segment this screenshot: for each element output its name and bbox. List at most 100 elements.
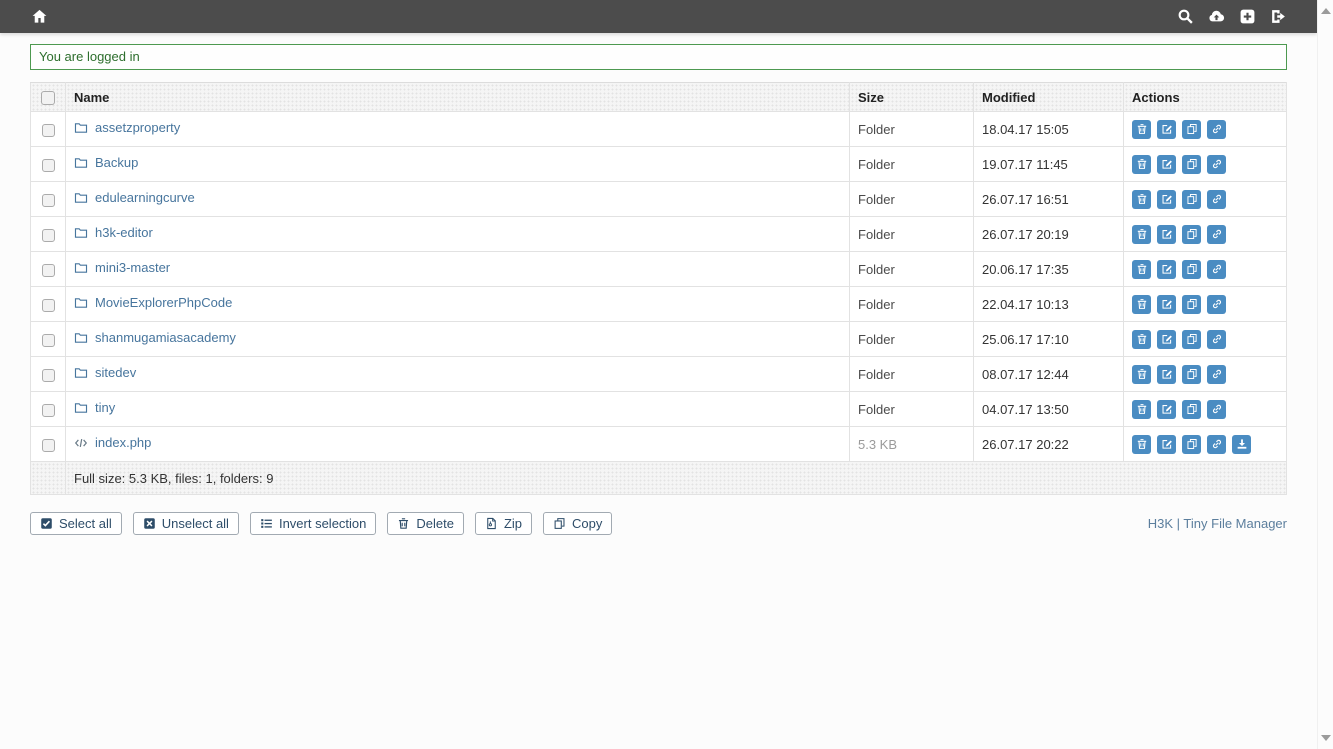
table-row: mini3-master Folder 20.06.17 17:35 <box>31 252 1287 287</box>
folder-link[interactable]: tiny <box>74 400 115 415</box>
unselect-all-button[interactable]: Unselect all <box>133 512 239 535</box>
rename-icon[interactable] <box>1157 155 1176 174</box>
scroll-up-arrow-icon[interactable] <box>1321 8 1331 14</box>
file-link[interactable]: index.php <box>74 435 151 450</box>
folder-link[interactable]: assetzproperty <box>74 120 180 135</box>
table-row: edulearningcurve Folder 26.07.17 16:51 <box>31 182 1287 217</box>
row-checkbox[interactable] <box>42 334 55 347</box>
delete-icon[interactable] <box>1132 155 1151 174</box>
file-size: Folder <box>850 182 974 217</box>
table-row: sitedev Folder 08.07.17 12:44 <box>31 357 1287 392</box>
file-modified: 26.07.17 20:22 <box>974 427 1124 462</box>
file-modified: 20.06.17 17:35 <box>974 252 1124 287</box>
link-icon[interactable] <box>1207 295 1226 314</box>
rename-icon[interactable] <box>1157 435 1176 454</box>
copy-icon[interactable] <box>1182 295 1201 314</box>
folder-link[interactable]: shanmugamiasacademy <box>74 330 236 345</box>
table-header-row: Name Size Modified Actions <box>31 83 1287 112</box>
link-icon[interactable] <box>1207 155 1226 174</box>
search-icon[interactable] <box>1176 8 1194 26</box>
rename-icon[interactable] <box>1157 260 1176 279</box>
link-icon[interactable] <box>1207 260 1226 279</box>
link-icon[interactable] <box>1207 365 1226 384</box>
page-scrollbar[interactable] <box>1317 0 1333 749</box>
column-header-size: Size <box>850 83 974 112</box>
file-modified: 18.04.17 15:05 <box>974 112 1124 147</box>
copy-icon[interactable] <box>1182 155 1201 174</box>
copy-icon[interactable] <box>1182 435 1201 454</box>
link-icon[interactable] <box>1207 225 1226 244</box>
folder-icon <box>74 156 88 170</box>
delete-icon[interactable] <box>1132 365 1151 384</box>
folder-link[interactable]: edulearningcurve <box>74 190 195 205</box>
copy-icon[interactable] <box>1182 330 1201 349</box>
invert-selection-button[interactable]: Invert selection <box>250 512 376 535</box>
row-checkbox[interactable] <box>42 194 55 207</box>
delete-icon[interactable] <box>1132 190 1151 209</box>
file-modified: 26.07.17 16:51 <box>974 182 1124 217</box>
rename-icon[interactable] <box>1157 190 1176 209</box>
link-icon[interactable] <box>1207 190 1226 209</box>
rename-icon[interactable] <box>1157 295 1176 314</box>
delete-icon[interactable] <box>1132 225 1151 244</box>
folder-link[interactable]: Backup <box>74 155 138 170</box>
select-all-button[interactable]: Select all <box>30 512 122 535</box>
table-row: assetzproperty Folder 18.04.17 15:05 <box>31 112 1287 147</box>
row-checkbox[interactable] <box>42 264 55 277</box>
delete-icon[interactable] <box>1132 330 1151 349</box>
select-all-checkbox[interactable] <box>41 91 55 105</box>
new-item-icon[interactable] <box>1238 8 1256 26</box>
delete-icon[interactable] <box>1132 400 1151 419</box>
folder-icon <box>74 366 88 380</box>
row-checkbox[interactable] <box>42 299 55 312</box>
folder-icon <box>74 296 88 310</box>
folder-link[interactable]: mini3-master <box>74 260 170 275</box>
home-icon[interactable] <box>30 8 48 26</box>
copy-icon[interactable] <box>1182 120 1201 139</box>
file-manager-page: You are logged in Name Size Modified Act… <box>0 0 1317 749</box>
copy-icon[interactable] <box>1182 225 1201 244</box>
row-checkbox[interactable] <box>42 159 55 172</box>
download-icon[interactable] <box>1232 435 1251 454</box>
file-table: Name Size Modified Actions assetzpropert… <box>30 82 1287 495</box>
link-icon[interactable] <box>1207 330 1226 349</box>
zip-button[interactable]: Zip <box>475 512 532 535</box>
logout-icon[interactable] <box>1269 8 1287 26</box>
delete-icon[interactable] <box>1132 260 1151 279</box>
link-icon[interactable] <box>1207 120 1226 139</box>
table-row: MovieExplorerPhpCode Folder 22.04.17 10:… <box>31 287 1287 322</box>
delete-icon[interactable] <box>1132 295 1151 314</box>
folder-link[interactable]: h3k-editor <box>74 225 153 240</box>
file-size: 5.3 KB <box>850 427 974 462</box>
row-checkbox[interactable] <box>42 404 55 417</box>
delete-icon[interactable] <box>1132 435 1151 454</box>
rename-icon[interactable] <box>1157 225 1176 244</box>
scroll-down-arrow-icon[interactable] <box>1321 735 1331 741</box>
row-checkbox[interactable] <box>42 124 55 137</box>
row-checkbox[interactable] <box>42 439 55 452</box>
action-bar: Select all Unselect all Invert selection… <box>30 512 1287 535</box>
folder-link[interactable]: MovieExplorerPhpCode <box>74 295 232 310</box>
copy-icon[interactable] <box>1182 365 1201 384</box>
copy-icon[interactable] <box>1182 260 1201 279</box>
delete-icon[interactable] <box>1132 120 1151 139</box>
folder-link[interactable]: sitedev <box>74 365 136 380</box>
rename-icon[interactable] <box>1157 365 1176 384</box>
link-icon[interactable] <box>1207 435 1226 454</box>
copy-button[interactable]: Copy <box>543 512 612 535</box>
upload-icon[interactable] <box>1207 8 1225 26</box>
rename-icon[interactable] <box>1157 120 1176 139</box>
rename-icon[interactable] <box>1157 400 1176 419</box>
link-icon[interactable] <box>1207 400 1226 419</box>
copy-icon[interactable] <box>1182 190 1201 209</box>
credit-link[interactable]: H3K | Tiny File Manager <box>1148 516 1287 531</box>
rename-icon[interactable] <box>1157 330 1176 349</box>
copy-icon[interactable] <box>1182 400 1201 419</box>
row-checkbox[interactable] <box>42 369 55 382</box>
folder-icon <box>74 401 88 415</box>
file-size: Folder <box>850 322 974 357</box>
row-checkbox[interactable] <box>42 229 55 242</box>
table-row: shanmugamiasacademy Folder 25.06.17 17:1… <box>31 322 1287 357</box>
delete-button[interactable]: Delete <box>387 512 464 535</box>
table-summary-row: Full size: 5.3 KB, files: 1, folders: 9 <box>31 462 1287 495</box>
